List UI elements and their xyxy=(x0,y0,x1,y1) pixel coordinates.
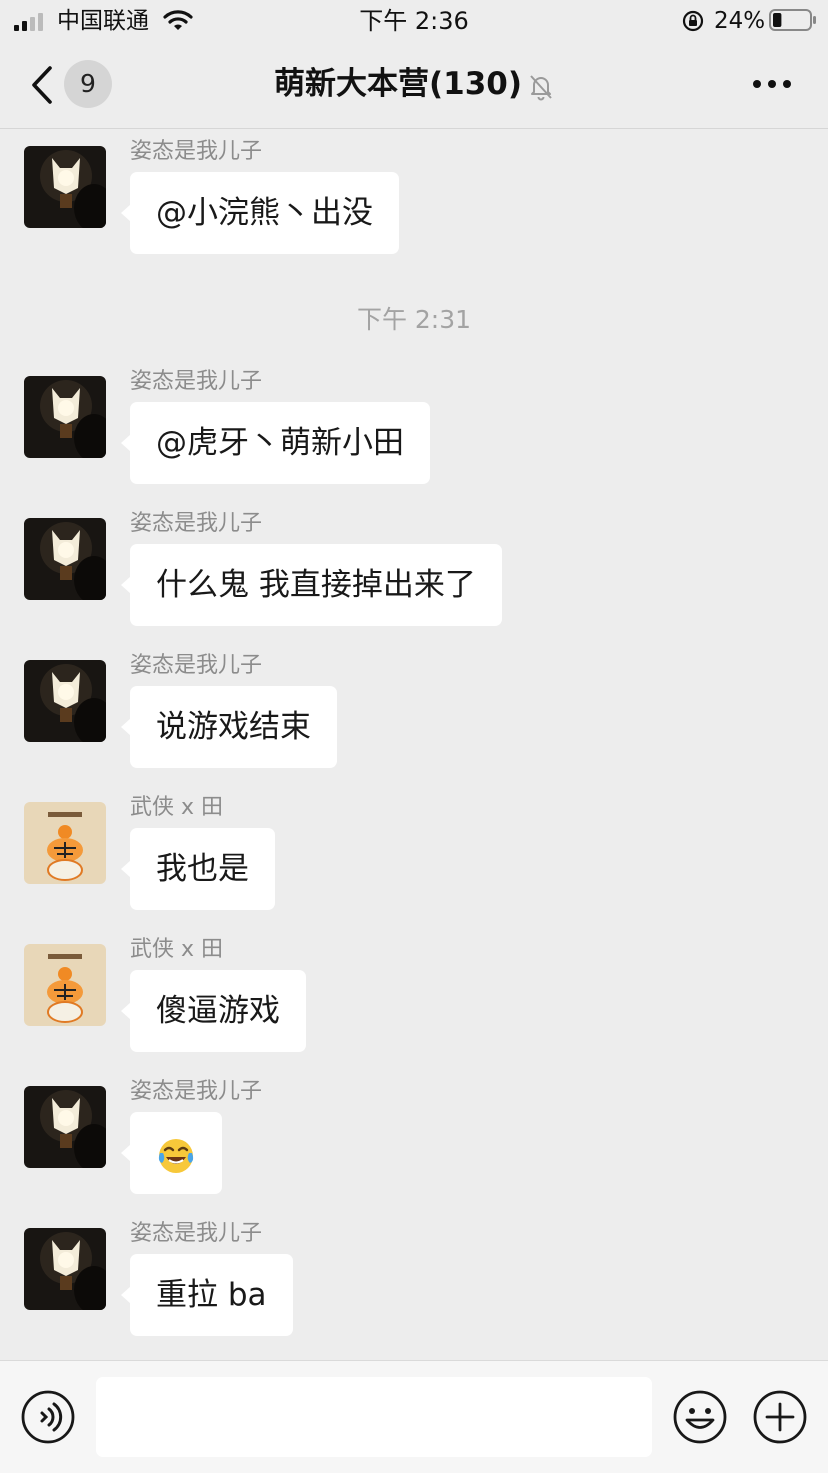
lantern-avatar[interactable] xyxy=(24,376,106,458)
tiger-avatar[interactable] xyxy=(24,944,106,1026)
message-item: 姿态是我儿子 重拉 ba xyxy=(0,1211,828,1336)
message-item: 姿态是我儿子 @小浣熊丶出没 xyxy=(0,129,828,254)
input-bar xyxy=(0,1360,828,1473)
message-item: 姿态是我儿子 什么鬼 我直接掉出来了 xyxy=(0,501,828,626)
tiger-avatar[interactable] xyxy=(24,802,106,884)
sender-name: 姿态是我儿子 xyxy=(130,511,263,536)
lantern-avatar[interactable] xyxy=(24,1086,106,1168)
message-item: 武侠 x 田 我也是 xyxy=(0,785,828,910)
lantern-avatar[interactable] xyxy=(24,660,106,742)
voice-icon[interactable] xyxy=(20,1389,76,1445)
lantern-avatar[interactable] xyxy=(24,518,106,600)
status-bar: 中国联通 下午 2:36 24% xyxy=(0,0,828,42)
message-bubble[interactable] xyxy=(121,1112,222,1194)
chat-message-list[interactable]: 姿态是我儿子 @小浣熊丶出没 下午 2:31 姿态是我儿子 @虎牙丶萌新小田 姿… xyxy=(0,129,828,1360)
lantern-avatar[interactable] xyxy=(24,146,106,228)
message-bubble[interactable]: 傻逼游戏 xyxy=(121,970,306,1052)
sender-name: 姿态是我儿子 xyxy=(130,1221,263,1246)
message-input[interactable] xyxy=(96,1377,652,1457)
message-item: 姿态是我儿子 @虎牙丶萌新小田 xyxy=(0,359,828,484)
bell-off-icon xyxy=(530,74,552,100)
message-bubble[interactable]: 说游戏结束 xyxy=(121,686,337,768)
message-item: 武侠 x 田 傻逼游戏 xyxy=(0,927,828,1052)
plus-circle-icon[interactable] xyxy=(752,1389,808,1445)
sender-name: 武侠 x 田 xyxy=(130,795,224,820)
rotation-lock-icon xyxy=(682,10,704,32)
sender-name: 武侠 x 田 xyxy=(130,937,224,962)
more-dots-icon[interactable] xyxy=(752,78,792,90)
message-bubble[interactable]: 我也是 xyxy=(121,828,275,910)
crying-laughing-emoji xyxy=(158,1138,194,1173)
message-item: 姿态是我儿子 说游戏结束 xyxy=(0,643,828,768)
chat-title-container: 萌新大本营(130) xyxy=(0,64,828,104)
sender-name: 姿态是我儿子 xyxy=(130,139,263,164)
message-bubble[interactable]: @虎牙丶萌新小田 xyxy=(121,402,430,484)
smiley-icon[interactable] xyxy=(672,1389,728,1445)
message-bubble[interactable]: @小浣熊丶出没 xyxy=(121,172,399,254)
nav-bar: 9 萌新大本营(130) xyxy=(0,42,828,129)
time-divider: 下午 2:31 xyxy=(356,305,472,334)
message-bubble[interactable]: 什么鬼 我直接掉出来了 xyxy=(121,544,502,626)
battery-icon xyxy=(769,9,816,31)
chat-title: 萌新大本营(130) xyxy=(273,66,523,102)
lantern-avatar[interactable] xyxy=(24,1228,106,1310)
message-bubble[interactable]: 重拉 ba xyxy=(121,1254,293,1336)
sender-name: 姿态是我儿子 xyxy=(130,369,263,394)
message-item: 姿态是我儿子 xyxy=(0,1069,828,1194)
battery-percent: 24% xyxy=(714,8,766,34)
sender-name: 姿态是我儿子 xyxy=(130,1079,263,1104)
sender-name: 姿态是我儿子 xyxy=(130,653,263,678)
